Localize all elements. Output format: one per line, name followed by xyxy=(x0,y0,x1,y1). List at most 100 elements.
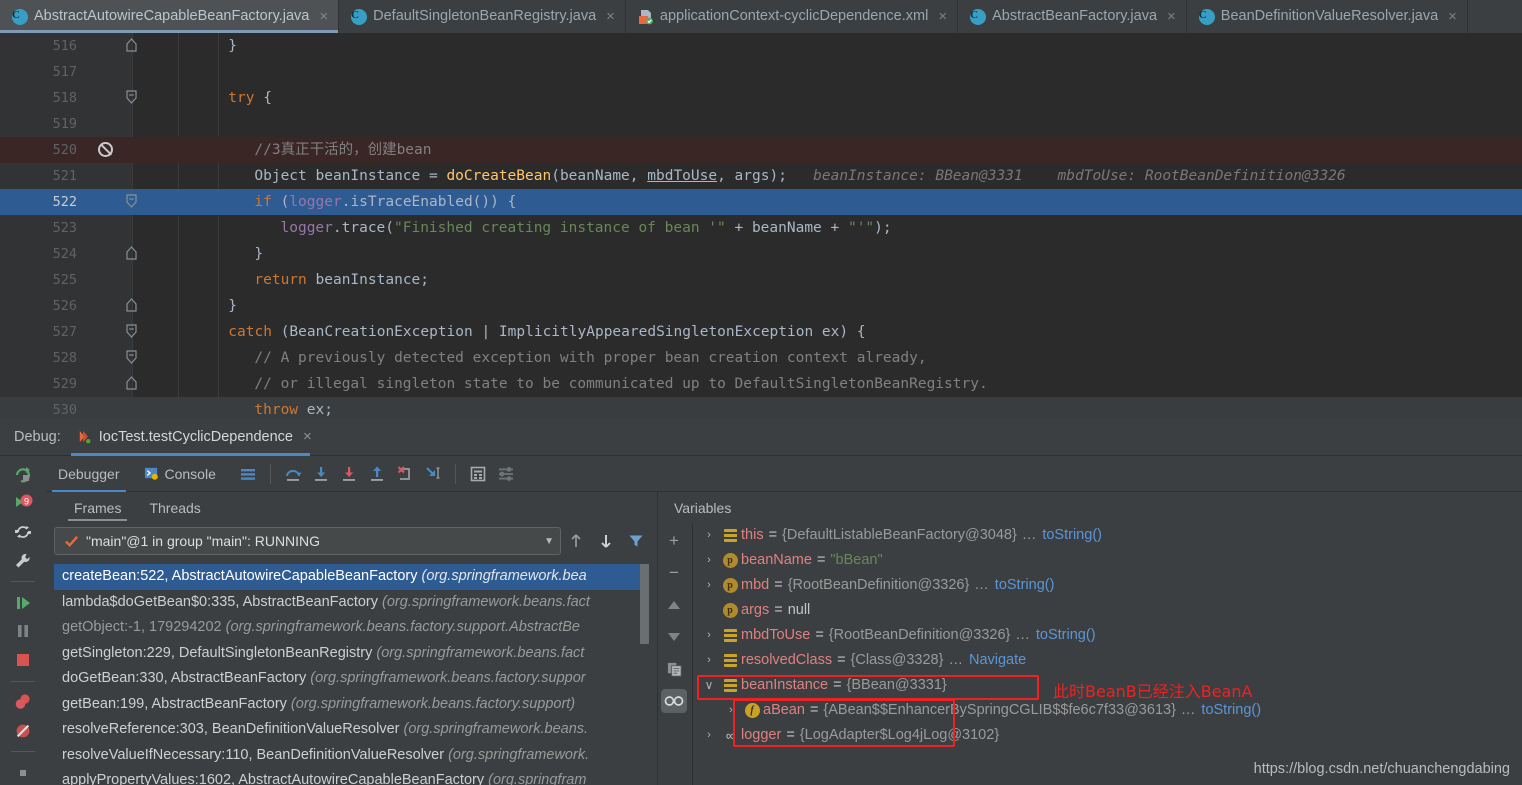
value-link[interactable]: toString() xyxy=(1030,623,1096,648)
code-line[interactable]: 522 if (logger.isTraceEnabled()) { xyxy=(0,189,1522,215)
fold-start-icon[interactable] xyxy=(124,85,138,111)
muted-breakpoint-icon[interactable] xyxy=(98,142,113,157)
close-icon[interactable]: × xyxy=(1167,9,1176,24)
code-line[interactable]: 527 catch (BeanCreationException | Implic… xyxy=(0,319,1522,345)
frame-row[interactable]: resolveReference:303, BeanDefinitionValu… xyxy=(54,717,649,743)
variable-row[interactable]: › p beanName = "bBean" xyxy=(693,548,1522,573)
fold-start-icon[interactable] xyxy=(124,319,138,345)
fold-start-icon[interactable] xyxy=(124,345,138,371)
code-line[interactable]: 530 throw ex; xyxy=(0,397,1522,418)
close-icon[interactable]: × xyxy=(303,428,312,445)
frame-row[interactable]: createBean:522, AbstractAutowireCapableB… xyxy=(54,564,649,590)
code-line[interactable]: 526} xyxy=(0,293,1522,319)
step-out-icon[interactable] xyxy=(363,460,391,488)
close-icon[interactable]: × xyxy=(319,9,328,24)
expand-chevron-icon[interactable]: › xyxy=(699,548,719,573)
thread-select[interactable]: "main"@1 in group "main": RUNNING ▼ xyxy=(54,527,561,555)
value-link[interactable]: Navigate xyxy=(963,648,1026,673)
tab-frames[interactable]: Frames xyxy=(60,492,135,523)
close-icon[interactable]: × xyxy=(938,9,947,24)
code-line[interactable]: 521 Object beanInstance = doCreateBean(be… xyxy=(0,163,1522,189)
force-step-into-icon[interactable] xyxy=(335,460,363,488)
code-line[interactable]: 517 xyxy=(0,59,1522,85)
expand-chevron-icon[interactable]: › xyxy=(699,648,719,673)
editor-tab-4[interactable]: C BeanDefinitionValueResolver.java × xyxy=(1187,0,1468,33)
code-editor[interactable]: 516} 517 518 try {519 520 //3真正干活的，创建bean 521 O… xyxy=(0,33,1522,418)
tab-debugger[interactable]: Debugger xyxy=(46,456,132,492)
chevron-down-icon[interactable]: ▼ xyxy=(544,536,554,547)
evaluate-expression-icon[interactable] xyxy=(464,460,492,488)
run-to-cursor-icon[interactable] xyxy=(419,460,447,488)
frame-row[interactable]: doGetBean:330, AbstractBeanFactory (org.… xyxy=(54,666,649,692)
variable-row[interactable]: › this = {DefaultListableBeanFactory@3048}…… xyxy=(693,523,1522,548)
more-icon[interactable] xyxy=(8,760,38,785)
frame-up-icon[interactable] xyxy=(561,527,591,555)
add-watch-icon[interactable]: + xyxy=(661,529,687,553)
variables-list[interactable]: › this = {DefaultListableBeanFactory@3048}…… xyxy=(692,523,1522,785)
frame-row[interactable]: resolveValueIfNecessary:110, BeanDefinit… xyxy=(54,743,649,769)
step-into-icon[interactable] xyxy=(307,460,335,488)
fold-end-icon[interactable] xyxy=(124,371,138,397)
drop-frame-icon[interactable] xyxy=(391,460,419,488)
move-down-icon[interactable] xyxy=(661,625,687,649)
expand-chevron-icon[interactable]: › xyxy=(699,623,719,648)
variable-row[interactable]: › ∞ logger = {LogAdapter$Log4jLog@3102} xyxy=(693,723,1522,748)
variable-row[interactable]: p args = null xyxy=(693,598,1522,623)
frame-row[interactable]: lambda$doGetBean$0:335, AbstractBeanFact… xyxy=(54,590,649,616)
code-line[interactable]: 520 //3真正干活的，创建bean xyxy=(0,137,1522,163)
expand-chevron-icon[interactable]: ∨ xyxy=(699,673,719,698)
debug-session-tab[interactable]: IocTest.testCyclicDependence × xyxy=(70,418,318,456)
frame-down-icon[interactable] xyxy=(591,527,621,555)
move-up-icon[interactable] xyxy=(661,593,687,617)
frame-row[interactable]: applyPropertyValues:1602, AbstractAutowi… xyxy=(54,768,649,785)
frames-scrollbar[interactable] xyxy=(640,564,649,644)
resume-program-icon[interactable] xyxy=(8,590,38,615)
expand-chevron-icon[interactable]: › xyxy=(699,523,719,548)
code-line[interactable]: 516} xyxy=(0,33,1522,59)
fold-end-icon[interactable] xyxy=(124,33,138,59)
restart-debugger-icon[interactable] xyxy=(8,520,38,545)
editor-tab-1[interactable]: C DefaultSingletonBeanRegistry.java × xyxy=(339,0,626,33)
code-line[interactable]: 518 try { xyxy=(0,85,1522,111)
value-link[interactable]: toString() xyxy=(1036,523,1102,548)
fold-end-icon[interactable] xyxy=(124,241,138,267)
close-icon[interactable]: × xyxy=(606,9,615,24)
frame-row[interactable]: getObject:-1, 179294202 (org.springframe… xyxy=(54,615,649,641)
expand-chevron-icon[interactable]: › xyxy=(699,723,719,748)
code-line[interactable]: 519 xyxy=(0,111,1522,137)
code-line[interactable]: 524} xyxy=(0,241,1522,267)
value-link[interactable]: toString() xyxy=(989,573,1055,598)
remove-watch-icon[interactable]: − xyxy=(661,561,687,585)
view-breakpoints-icon[interactable] xyxy=(8,690,38,715)
show-execution-point-icon[interactable] xyxy=(234,460,262,488)
frames-list[interactable]: createBean:522, AbstractAutowireCapableB… xyxy=(54,564,649,785)
code-line[interactable]: 523 logger.trace("Finished creating insta… xyxy=(0,215,1522,241)
rerun-icon[interactable] xyxy=(8,462,38,487)
variable-row[interactable]: › mbdToUse = {RootBeanDefinition@3326}… toSt… xyxy=(693,623,1522,648)
step-over-icon[interactable] xyxy=(279,460,307,488)
code-line[interactable]: 525 return beanInstance; xyxy=(0,267,1522,293)
close-icon[interactable]: × xyxy=(1448,9,1457,24)
fold-start-icon[interactable] xyxy=(124,189,138,215)
fold-end-icon[interactable] xyxy=(124,293,138,319)
mute-breakpoints-icon[interactable] xyxy=(8,718,38,743)
tab-threads[interactable]: Threads xyxy=(135,492,214,523)
code-line[interactable]: 528 // A previously detected exception wi… xyxy=(0,345,1522,371)
frame-row[interactable]: getSingleton:229, DefaultSingletonBeanRe… xyxy=(54,641,649,667)
editor-tab-0[interactable]: C AbstractAutowireCapableBeanFactory.java… xyxy=(0,0,340,33)
rerun-failed-tests-icon[interactable]: 9 xyxy=(8,491,38,516)
code-line[interactable]: 529 // or illegal singleton state to be c… xyxy=(0,371,1522,397)
copy-icon[interactable] xyxy=(661,657,687,681)
inspect-icon[interactable] xyxy=(661,689,687,713)
frame-row[interactable]: getBean:199, AbstractBeanFactory (org.sp… xyxy=(54,692,649,718)
filter-icon[interactable] xyxy=(621,527,651,555)
pause-program-icon[interactable] xyxy=(8,619,38,644)
editor-tab-3[interactable]: C AbstractBeanFactory.java × xyxy=(958,0,1187,33)
expand-chevron-icon[interactable]: › xyxy=(721,698,741,723)
tab-console[interactable]: Console xyxy=(132,456,228,492)
variable-row[interactable]: › p mbd = {RootBeanDefinition@3326}… toString… xyxy=(693,573,1522,598)
expand-chevron-icon[interactable]: › xyxy=(699,573,719,598)
settings-icon[interactable] xyxy=(492,460,520,488)
settings-wrench-icon[interactable] xyxy=(8,549,38,574)
variable-row[interactable]: › resolvedClass = {Class@3328}… Navigate xyxy=(693,648,1522,673)
